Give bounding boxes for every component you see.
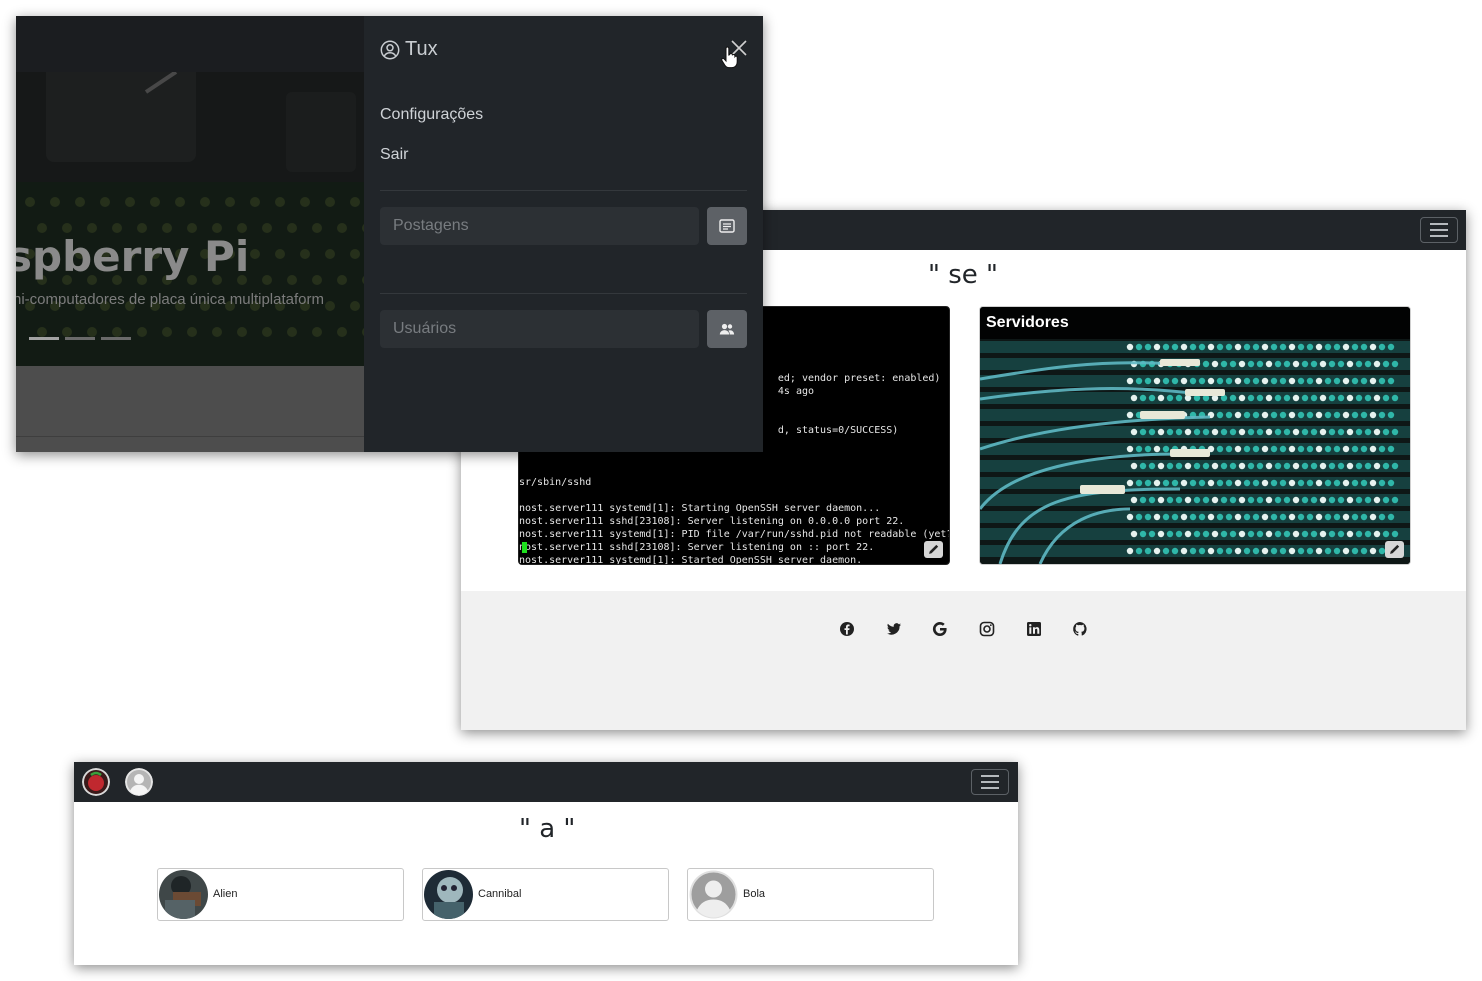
carousel-indicator-3[interactable] — [101, 337, 131, 340]
twitter-icon[interactable] — [886, 621, 902, 637]
users-search-window: " a " Alien Cannibal Bola — [74, 762, 1018, 965]
user-circle-icon — [380, 40, 400, 59]
terminal-cursor — [522, 542, 527, 553]
user-name: Alien — [213, 888, 238, 900]
raspberry-pi-board-image — [16, 72, 364, 366]
card-title: Servidores — [980, 307, 1410, 339]
pencil-icon — [929, 544, 939, 554]
raspberry-logo-icon — [82, 768, 110, 796]
github-icon[interactable] — [1072, 621, 1088, 637]
footer — [461, 591, 1466, 730]
post-card-servers[interactable]: Servidores — [979, 306, 1411, 565]
user-name: Bola — [743, 888, 766, 900]
carousel-title: spberry Pi — [16, 232, 250, 281]
edit-post-button[interactable] — [1385, 541, 1404, 558]
offcanvas-menu: Tux Configurações Sair — [364, 16, 763, 452]
divider — [380, 190, 747, 191]
users-search-button[interactable] — [707, 310, 747, 348]
divider — [380, 293, 747, 294]
user-card[interactable]: Bola — [687, 868, 934, 921]
servers-image — [980, 339, 1410, 564]
user-card[interactable]: Alien — [157, 868, 404, 921]
menu-toggle-button[interactable] — [1420, 217, 1458, 243]
facebook-icon[interactable] — [839, 621, 855, 637]
search-query-heading: " se " — [928, 260, 998, 290]
user-avatar-button[interactable] — [125, 768, 153, 796]
users-search-input[interactable] — [380, 310, 699, 348]
default-avatar-icon — [125, 768, 153, 796]
linkedin-icon[interactable] — [1026, 621, 1042, 637]
carousel-indicator-2[interactable] — [65, 337, 95, 340]
instagram-icon[interactable] — [979, 621, 995, 637]
posts-search-button[interactable] — [707, 207, 747, 245]
carousel-indicator-1[interactable] — [29, 337, 59, 340]
user-card[interactable]: Cannibal — [422, 868, 669, 921]
navbar — [16, 16, 364, 72]
close-button[interactable] — [721, 38, 749, 69]
edit-post-button[interactable] — [924, 541, 943, 558]
logout-link[interactable]: Sair — [380, 146, 408, 164]
avatar — [424, 870, 473, 919]
posts-search-input[interactable] — [380, 207, 699, 245]
google-icon[interactable] — [932, 621, 948, 637]
page-backdrop — [16, 366, 364, 452]
hand-pointer-icon — [721, 46, 738, 69]
user-name: Cannibal — [478, 888, 522, 900]
hero-carousel[interactable]: spberry Pi ni-computadores de placa únic… — [16, 72, 364, 366]
username: Tux — [405, 38, 438, 60]
settings-link[interactable]: Configurações — [380, 106, 483, 124]
carousel-caption: ni-computadores de placa única multiplat… — [16, 291, 324, 308]
default-avatar-icon — [689, 870, 738, 919]
menu-window: spberry Pi ni-computadores de placa únic… — [16, 16, 763, 452]
newspaper-icon — [719, 219, 735, 233]
search-query-heading: " a " — [519, 814, 576, 844]
people-icon — [719, 323, 735, 335]
pencil-icon — [1390, 544, 1400, 554]
menu-toggle-button[interactable] — [971, 769, 1009, 795]
avatar — [159, 870, 208, 919]
navbar — [74, 762, 1018, 802]
offcanvas-title: Tux — [380, 38, 438, 61]
avatar — [689, 870, 738, 919]
brand-logo[interactable] — [82, 768, 110, 796]
